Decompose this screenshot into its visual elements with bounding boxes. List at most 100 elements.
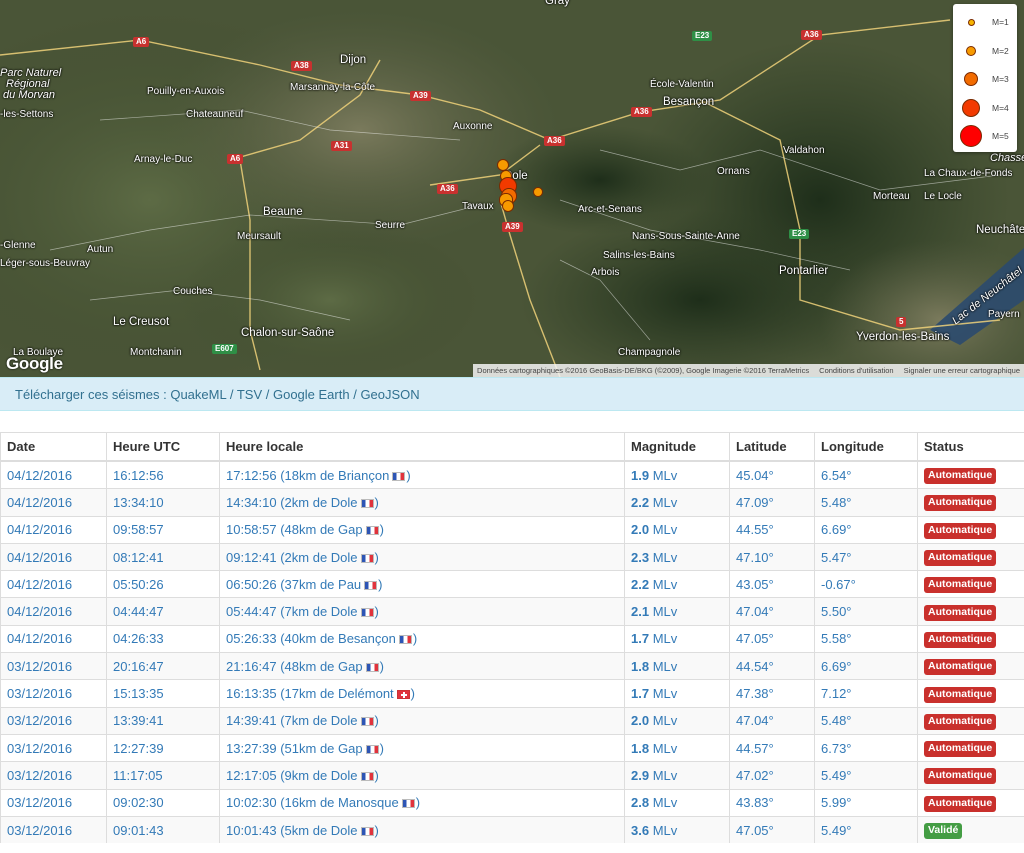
latitude-link[interactable]: 44.54°	[736, 659, 774, 674]
utc-time-link[interactable]: 04:26:33	[113, 631, 164, 646]
magnitude-link[interactable]: 2.2 MLv	[631, 495, 677, 510]
date-link[interactable]: 03/12/2016	[7, 686, 72, 701]
date-link[interactable]: 04/12/2016	[7, 577, 72, 592]
magnitude-link[interactable]: 2.9 MLv	[631, 768, 677, 783]
header-magnitude[interactable]: Magnitude	[624, 432, 730, 462]
utc-time-link[interactable]: 13:39:41	[113, 713, 164, 728]
download-quakeml-link[interactable]: QuakeML	[170, 387, 226, 402]
magnitude-link[interactable]: 2.3 MLv	[631, 550, 677, 565]
header-latitude[interactable]: Latitude	[729, 432, 815, 462]
magnitude-link[interactable]: 2.8 MLv	[631, 795, 677, 810]
local-time-link[interactable]: 09:12:41 (2km de Dole)	[226, 550, 379, 565]
utc-time-link[interactable]: 15:13:35	[113, 686, 164, 701]
date-link[interactable]: 03/12/2016	[7, 741, 72, 756]
latitude-link[interactable]: 45.04°	[736, 468, 774, 483]
table-row[interactable]: 04/12/2016 05:50:26 06:50:26 (37km de Pau)…	[0, 570, 1024, 598]
date-link[interactable]: 03/12/2016	[7, 659, 72, 674]
local-time-link[interactable]: 10:58:57 (48km de Gap)	[226, 522, 384, 537]
utc-time-link[interactable]: 08:12:41	[113, 550, 164, 565]
utc-time-link[interactable]: 11:17:05	[113, 768, 163, 783]
local-time-link[interactable]: 12:17:05 (9km de Dole)	[226, 768, 379, 783]
longitude-link[interactable]: 6.73°	[821, 741, 852, 756]
table-row[interactable]: 03/12/2016 15:13:35 16:13:35 (17km de Delé…	[0, 679, 1024, 708]
download-geojson-link[interactable]: GeoJSON	[360, 387, 419, 402]
date-link[interactable]: 04/12/2016	[7, 495, 72, 510]
latitude-link[interactable]: 44.57°	[736, 741, 774, 756]
local-time-link[interactable]: 16:13:35 (17km de Delémont)	[226, 686, 415, 701]
magnitude-link[interactable]: 2.1 MLv	[631, 604, 677, 619]
terms-link[interactable]: Conditions d'utilisation	[819, 366, 893, 375]
header-utc-time[interactable]: Heure UTC	[106, 432, 220, 462]
date-link[interactable]: 04/12/2016	[7, 468, 72, 483]
longitude-link[interactable]: 6.54°	[821, 468, 852, 483]
utc-time-link[interactable]: 09:01:43	[113, 823, 164, 838]
local-time-link[interactable]: 14:34:10 (2km de Dole)	[226, 495, 379, 510]
magnitude-link[interactable]: 1.8 MLv	[631, 741, 677, 756]
utc-time-link[interactable]: 16:12:56	[113, 468, 164, 483]
magnitude-link[interactable]: 2.2 MLv	[631, 577, 677, 592]
table-row[interactable]: 03/12/2016 13:39:41 14:39:41 (7km de Dole)…	[0, 706, 1024, 735]
table-row[interactable]: 04/12/2016 04:44:47 05:44:47 (7km de Dole)…	[0, 597, 1024, 626]
latitude-link[interactable]: 43.83°	[736, 795, 774, 810]
magnitude-link[interactable]: 2.0 MLv	[631, 522, 677, 537]
local-time-link[interactable]: 14:39:41 (7km de Dole)	[226, 713, 379, 728]
latitude-link[interactable]: 47.02°	[736, 768, 774, 783]
date-link[interactable]: 03/12/2016	[7, 795, 72, 810]
header-longitude[interactable]: Longitude	[814, 432, 918, 462]
date-link[interactable]: 04/12/2016	[7, 522, 72, 537]
local-time-link[interactable]: 05:44:47 (7km de Dole)	[226, 604, 379, 619]
utc-time-link[interactable]: 04:44:47	[113, 604, 164, 619]
table-row[interactable]: 03/12/2016 12:27:39 13:27:39 (51km de Gap)…	[0, 733, 1024, 762]
table-row[interactable]: 04/12/2016 08:12:41 09:12:41 (2km de Dole)…	[0, 542, 1024, 571]
latitude-link[interactable]: 44.55°	[736, 522, 774, 537]
latitude-link[interactable]: 47.10°	[736, 550, 774, 565]
longitude-link[interactable]: 5.47°	[821, 550, 852, 565]
utc-time-link[interactable]: 13:34:10	[113, 495, 164, 510]
magnitude-link[interactable]: 3.6 MLv	[631, 823, 677, 838]
longitude-link[interactable]: 7.12°	[821, 686, 852, 701]
local-time-link[interactable]: 06:50:26 (37km de Pau)	[226, 577, 383, 592]
latitude-link[interactable]: 47.05°	[736, 631, 774, 646]
table-row[interactable]: 03/12/2016 20:16:47 21:16:47 (48km de Gap)…	[0, 652, 1024, 680]
table-row[interactable]: 04/12/2016 13:34:10 14:34:10 (2km de Dole)…	[0, 488, 1024, 517]
latitude-link[interactable]: 47.05°	[736, 823, 774, 838]
longitude-link[interactable]: -0.67°	[821, 577, 856, 592]
latitude-link[interactable]: 47.38°	[736, 686, 774, 701]
magnitude-link[interactable]: 2.0 MLv	[631, 713, 677, 728]
table-row[interactable]: 04/12/2016 04:26:33 05:26:33 (40km de Besa…	[0, 624, 1024, 653]
date-link[interactable]: 03/12/2016	[7, 823, 72, 838]
longitude-link[interactable]: 5.48°	[821, 713, 852, 728]
local-time-link[interactable]: 05:26:33 (40km de Besançon)	[226, 631, 417, 646]
magnitude-link[interactable]: 1.7 MLv	[631, 686, 677, 701]
local-time-link[interactable]: 10:01:43 (5km de Dole)	[226, 823, 379, 838]
magnitude-link[interactable]: 1.7 MLv	[631, 631, 677, 646]
report-error-link[interactable]: Signaler une erreur cartographique	[904, 366, 1020, 375]
table-row[interactable]: 04/12/2016 09:58:57 10:58:57 (48km de Gap)…	[0, 515, 1024, 544]
longitude-link[interactable]: 5.58°	[821, 631, 852, 646]
longitude-link[interactable]: 6.69°	[821, 659, 852, 674]
magnitude-link[interactable]: 1.8 MLv	[631, 659, 677, 674]
date-link[interactable]: 04/12/2016	[7, 604, 72, 619]
longitude-link[interactable]: 5.48°	[821, 495, 852, 510]
header-local-time[interactable]: Heure locale	[219, 432, 625, 462]
utc-time-link[interactable]: 09:58:57	[113, 522, 164, 537]
longitude-link[interactable]: 6.69°	[821, 522, 852, 537]
longitude-link[interactable]: 5.50°	[821, 604, 852, 619]
local-time-link[interactable]: 17:12:56 (18km de Briançon)	[226, 468, 411, 483]
table-row[interactable]: 03/12/2016 09:01:43 10:01:43 (5km de Dole)…	[0, 815, 1024, 844]
latitude-link[interactable]: 43.05°	[736, 577, 774, 592]
local-time-link[interactable]: 10:02:30 (16km de Manosque)	[226, 795, 420, 810]
local-time-link[interactable]: 13:27:39 (51km de Gap)	[226, 741, 384, 756]
latitude-link[interactable]: 47.09°	[736, 495, 774, 510]
local-time-link[interactable]: 21:16:47 (48km de Gap)	[226, 659, 384, 674]
longitude-link[interactable]: 5.99°	[821, 795, 852, 810]
earthquake-map[interactable]: Gray Dijon Parc Naturel Régional du Morvan Ma…	[0, 0, 1024, 377]
date-link[interactable]: 04/12/2016	[7, 631, 72, 646]
date-link[interactable]: 04/12/2016	[7, 550, 72, 565]
latitude-link[interactable]: 47.04°	[736, 713, 774, 728]
header-date[interactable]: Date	[0, 432, 107, 462]
latitude-link[interactable]: 47.04°	[736, 604, 774, 619]
utc-time-link[interactable]: 09:02:30	[113, 795, 164, 810]
date-link[interactable]: 03/12/2016	[7, 768, 72, 783]
magnitude-link[interactable]: 1.9 MLv	[631, 468, 677, 483]
